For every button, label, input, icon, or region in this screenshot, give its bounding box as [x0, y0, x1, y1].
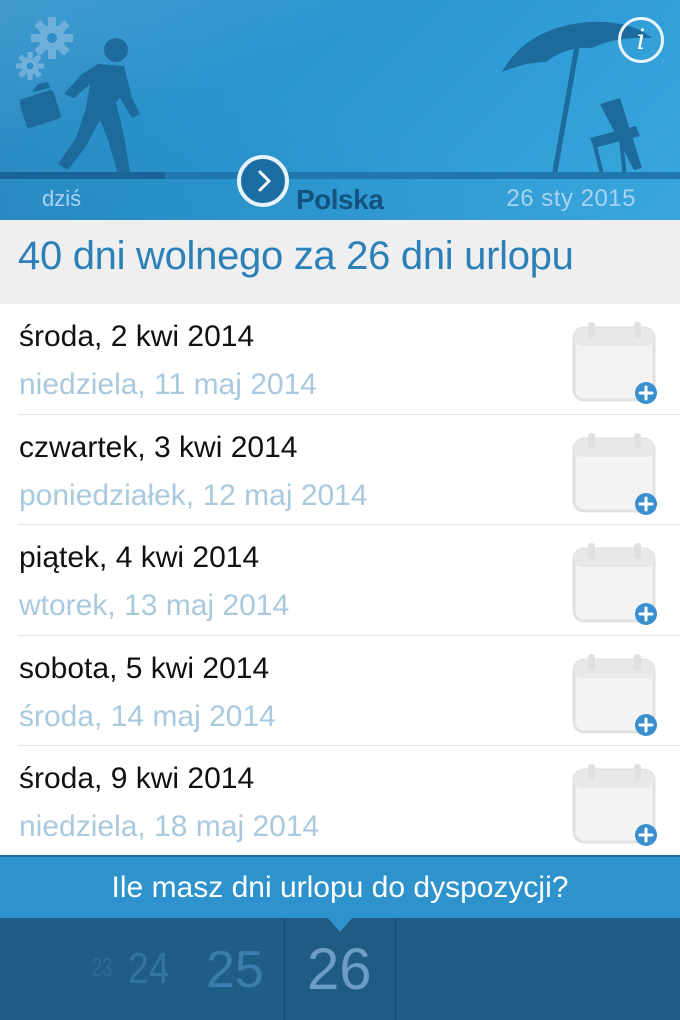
picker-selected-option[interactable]: 26 — [307, 936, 372, 1003]
summary-text: 40 dni wolnego za 26 dni urlopu — [18, 234, 574, 278]
header-track-progress — [0, 172, 165, 179]
end-date: niedziela, 11 maj 2014 — [19, 368, 317, 401]
list-item[interactable]: piątek, 4 kwi 2014 wtorek, 13 maj 2014 — [0, 525, 680, 636]
next-button[interactable] — [237, 155, 289, 207]
start-date: środa, 9 kwi 2014 — [19, 762, 255, 796]
list-item[interactable]: czwartek, 3 kwi 2014 poniedziałek, 12 ma… — [0, 415, 680, 526]
days-picker[interactable]: 23 24 25 26 — [0, 918, 680, 1020]
list-item[interactable]: środa, 2 kwi 2014 niedziela, 11 maj 2014 — [0, 304, 680, 415]
end-date: środa, 14 maj 2014 — [19, 699, 276, 733]
start-date: środa, 2 kwi 2014 — [19, 320, 255, 353]
list-item[interactable]: środa, 9 kwi 2014 niedziela, 18 maj 2014 — [0, 746, 680, 857]
picker-option[interactable]: 23 — [92, 952, 112, 983]
chevron-right-icon — [258, 170, 271, 192]
info-icon: i — [636, 23, 646, 56]
today-label: dziś — [42, 186, 82, 211]
add-to-calendar-icon[interactable] — [570, 541, 660, 627]
businessman-illustration — [20, 38, 140, 174]
picker-option[interactable]: 24 — [128, 944, 170, 994]
end-date: niedziela, 18 maj 2014 — [19, 810, 320, 844]
start-date: czwartek, 3 kwi 2014 — [19, 430, 298, 464]
question-bar: Ile masz dni urlopu do dyspozycji? — [0, 855, 680, 918]
add-to-calendar-icon[interactable] — [570, 431, 660, 517]
add-to-calendar-icon[interactable] — [570, 652, 660, 738]
header: i dziś Polska 26 sty 2015 — [0, 0, 680, 220]
country-label[interactable]: Polska — [296, 184, 384, 216]
picker-option[interactable]: 25 — [206, 940, 264, 1000]
info-button[interactable]: i — [618, 17, 664, 63]
start-date: piątek, 4 kwi 2014 — [19, 541, 260, 575]
list-item[interactable]: sobota, 5 kwi 2014 środa, 14 maj 2014 — [0, 636, 680, 747]
question-text: Ile masz dni urlopu do dyspozycji? — [111, 871, 569, 904]
end-date: wtorek, 13 maj 2014 — [19, 589, 290, 623]
current-date: 26 sty 2015 — [506, 185, 636, 212]
add-to-calendar-icon[interactable] — [570, 762, 660, 848]
vacation-list: środa, 2 kwi 2014 niedziela, 11 maj 2014… — [0, 304, 680, 857]
picker-indicator — [326, 916, 354, 932]
end-date: poniedziałek, 12 maj 2014 — [19, 478, 368, 512]
summary-band: 40 dni wolnego za 26 dni urlopu — [0, 220, 680, 304]
add-to-calendar-icon[interactable] — [570, 320, 660, 406]
start-date: sobota, 5 kwi 2014 — [19, 651, 270, 685]
